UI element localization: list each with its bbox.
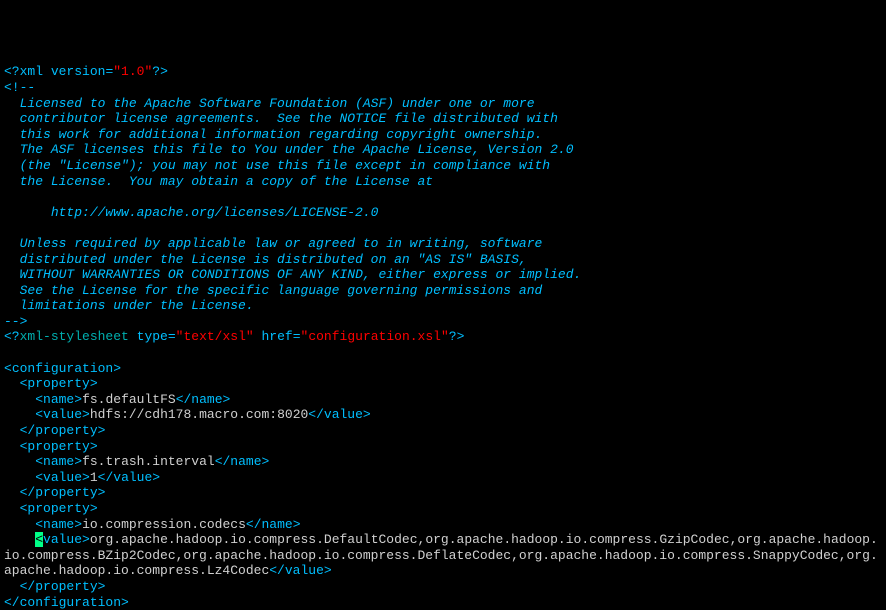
prop1-value: 1 [90, 470, 98, 485]
property-close: </property> [20, 485, 106, 500]
property-close: </property> [20, 579, 106, 594]
comment-close: --> [4, 314, 27, 329]
prop0-name: fs.defaultFS [82, 392, 176, 407]
prop1-name: fs.trash.interval [82, 454, 215, 469]
prop0-value: hdfs://cdh178.macro.com:8020 [90, 407, 308, 422]
property-open: <property> [20, 376, 98, 391]
prop2-value: org.apache.hadoop.io.compress.DefaultCod… [4, 532, 878, 578]
cursor: < [35, 532, 43, 547]
prop2-name: io.compression.codecs [82, 517, 246, 532]
property-close: </property> [20, 423, 106, 438]
xml-decl: <?xml version="1.0"?> [4, 64, 168, 79]
comment-open: <!-- [4, 80, 35, 95]
stylesheet-pi: <?xml-stylesheet type="text/xsl" href="c… [4, 329, 464, 344]
property-open: <property> [20, 501, 98, 516]
code-content[interactable]: <?xml version="1.0"?> <!-- Licensed to t… [4, 64, 878, 609]
configuration-open: <configuration> [4, 361, 121, 376]
configuration-close: </configuration> [4, 595, 129, 610]
property-open: <property> [20, 439, 98, 454]
comment-body: Licensed to the Apache Software Foundati… [4, 96, 581, 314]
